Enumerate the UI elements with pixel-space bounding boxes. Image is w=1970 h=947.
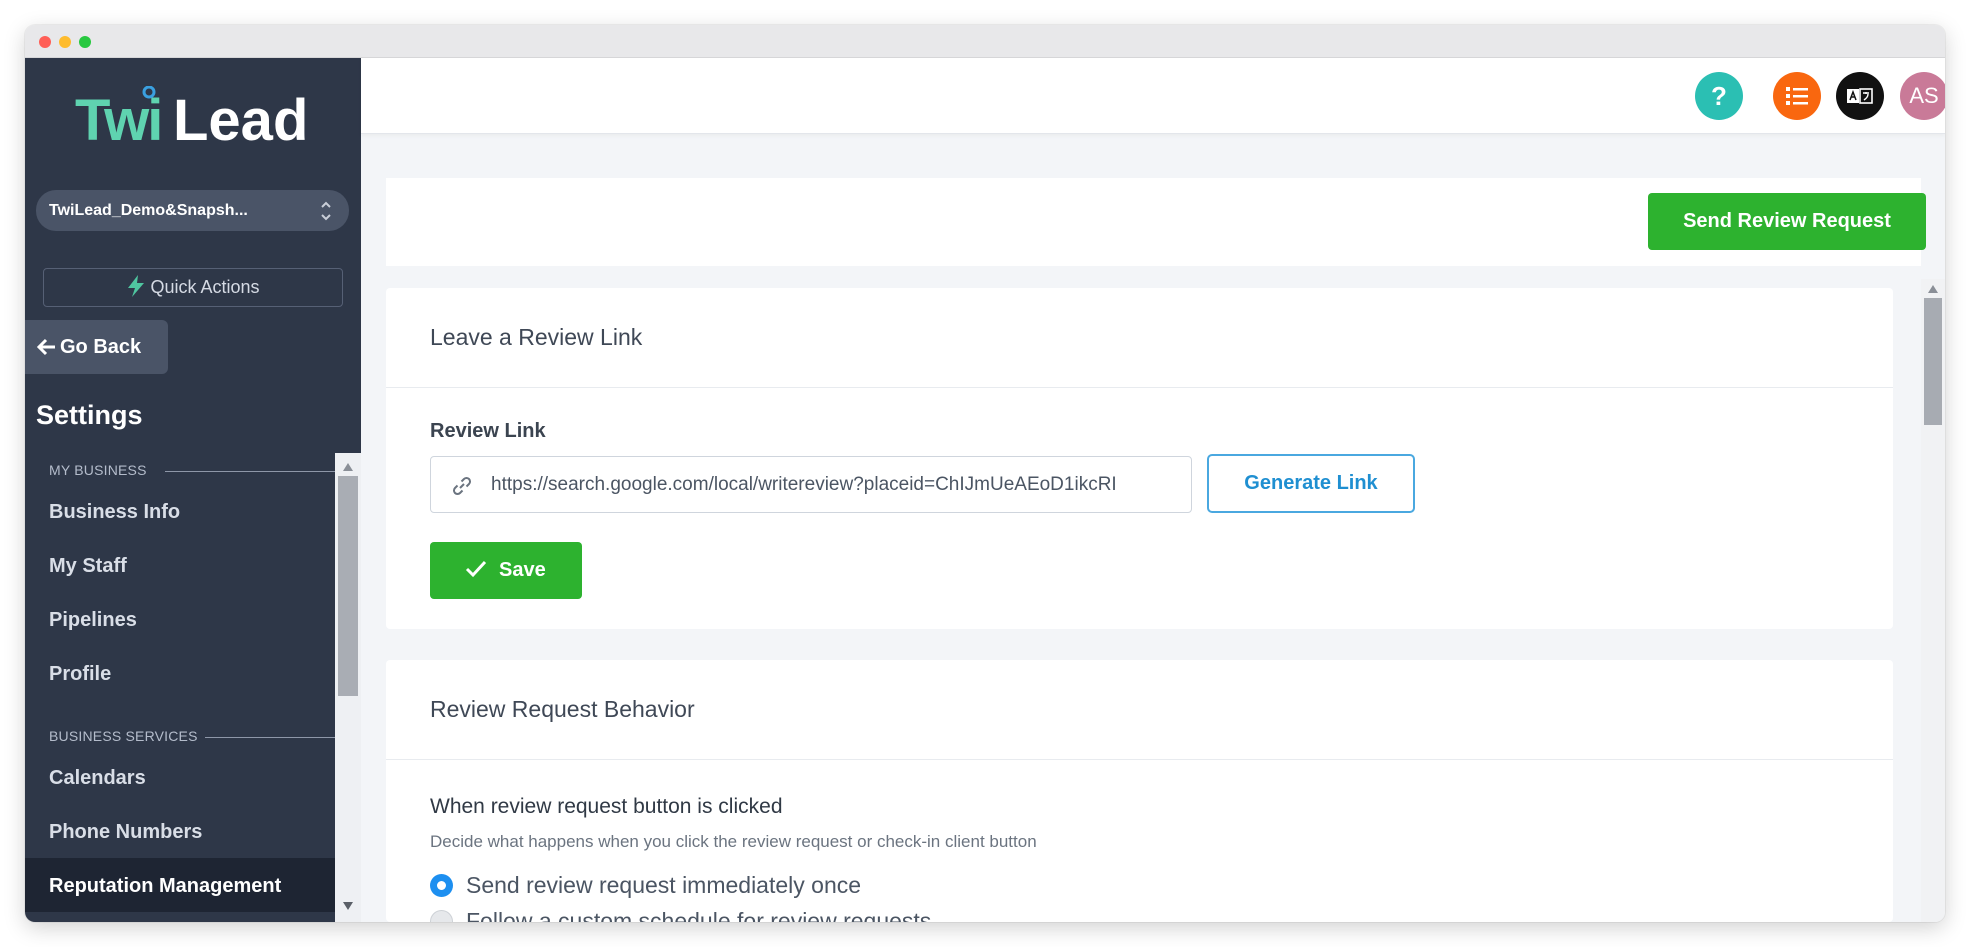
go-back-button[interactable]: Go Back: [25, 320, 168, 374]
link-icon: [452, 476, 472, 496]
help-button[interactable]: ?: [1695, 72, 1743, 120]
arrow-left-icon: [36, 338, 55, 356]
scroll-down-icon[interactable]: [343, 902, 353, 910]
behavior-description: Decide what happens when you click the r…: [430, 832, 1037, 851]
settings-nav: MY BUSINESS Business Info My Staff Pipel…: [25, 453, 361, 922]
review-link-value: https://search.google.com/local/writerev…: [491, 474, 1117, 495]
review-link-input[interactable]: https://search.google.com/local/writerev…: [430, 456, 1192, 513]
close-window-button[interactable]: [39, 36, 51, 48]
user-avatar[interactable]: AS: [1900, 72, 1945, 120]
content-scroll-thumb[interactable]: [1924, 298, 1942, 425]
tasks-button[interactable]: [1773, 72, 1821, 120]
section-label-business-services: BUSINESS SERVICES: [49, 728, 198, 744]
avatar-initials: AS: [1909, 83, 1939, 108]
nav-item-reputation-management[interactable]: Reputation Management: [49, 875, 281, 898]
account-switcher[interactable]: TwiLead_Demo&Snapsh...: [36, 190, 349, 231]
check-icon: [465, 560, 487, 578]
nav-item-profile[interactable]: Profile: [49, 663, 111, 686]
nav-item-business-info[interactable]: Business Info: [49, 501, 180, 524]
nav-item-calendars[interactable]: Calendars: [49, 767, 146, 790]
review-behavior-card: Review Request Behavior When review requ…: [386, 660, 1893, 922]
maximize-window-button[interactable]: [79, 36, 91, 48]
app-window: Twi Lead TwiLead_Demo&Snapsh... Quick Ac…: [25, 25, 1945, 922]
sidebar: Twi Lead TwiLead_Demo&Snapsh... Quick Ac…: [25, 58, 361, 922]
save-label: Save: [499, 559, 546, 581]
review-link-card: Leave a Review Link Review Link https://…: [386, 288, 1893, 629]
section-divider: [165, 471, 335, 472]
nav-item-pipelines[interactable]: Pipelines: [49, 609, 137, 632]
scroll-up-icon[interactable]: [343, 463, 353, 471]
card-header: Review Request Behavior: [386, 660, 1893, 760]
radio-label: Send review request immediately once: [466, 872, 862, 898]
language-button[interactable]: [1836, 72, 1884, 120]
behavior-subtitle: When review request button is clicked: [430, 795, 783, 818]
card-title: Review Request Behavior: [430, 696, 695, 722]
chevron-updown-icon: [321, 201, 331, 221]
sidebar-scroll-thumb[interactable]: [338, 476, 358, 696]
card-header: Leave a Review Link: [386, 288, 1893, 388]
list-icon: [1786, 87, 1808, 105]
minimize-window-button[interactable]: [59, 36, 71, 48]
svg-text:Lead: Lead: [173, 88, 308, 150]
quick-actions-label: Quick Actions: [150, 277, 260, 297]
action-bar: Send Review Request: [386, 178, 1926, 266]
scroll-up-icon[interactable]: [1928, 285, 1938, 293]
account-name: TwiLead_Demo&Snapsh...: [49, 202, 248, 219]
card-title: Leave a Review Link: [430, 324, 643, 350]
radio-unselected[interactable]: [430, 910, 453, 922]
question-icon: ?: [1711, 80, 1727, 111]
radio-selected[interactable]: [430, 874, 453, 897]
go-back-label: Go Back: [60, 336, 142, 358]
window-titlebar: [25, 25, 1945, 58]
review-link-label: Review Link: [430, 420, 546, 442]
quick-actions-button[interactable]: Quick Actions: [43, 268, 343, 307]
nav-item-phone-numbers[interactable]: Phone Numbers: [49, 821, 202, 844]
save-button[interactable]: Save: [430, 542, 582, 599]
generate-link-button[interactable]: Generate Link: [1207, 454, 1415, 513]
settings-title: Settings: [36, 400, 143, 430]
twilead-logo[interactable]: Twi Lead: [75, 86, 315, 150]
lightning-icon: [128, 275, 145, 297]
top-bar: ? AS: [361, 58, 1945, 134]
send-review-request-button[interactable]: Send Review Request: [1648, 193, 1926, 250]
section-label-my-business: MY BUSINESS: [49, 462, 147, 478]
radio-label: Follow a custom schedule for review requ…: [466, 908, 932, 922]
translate-icon: [1847, 88, 1873, 104]
nav-item-my-staff[interactable]: My Staff: [49, 555, 127, 578]
section-divider: [205, 737, 335, 738]
